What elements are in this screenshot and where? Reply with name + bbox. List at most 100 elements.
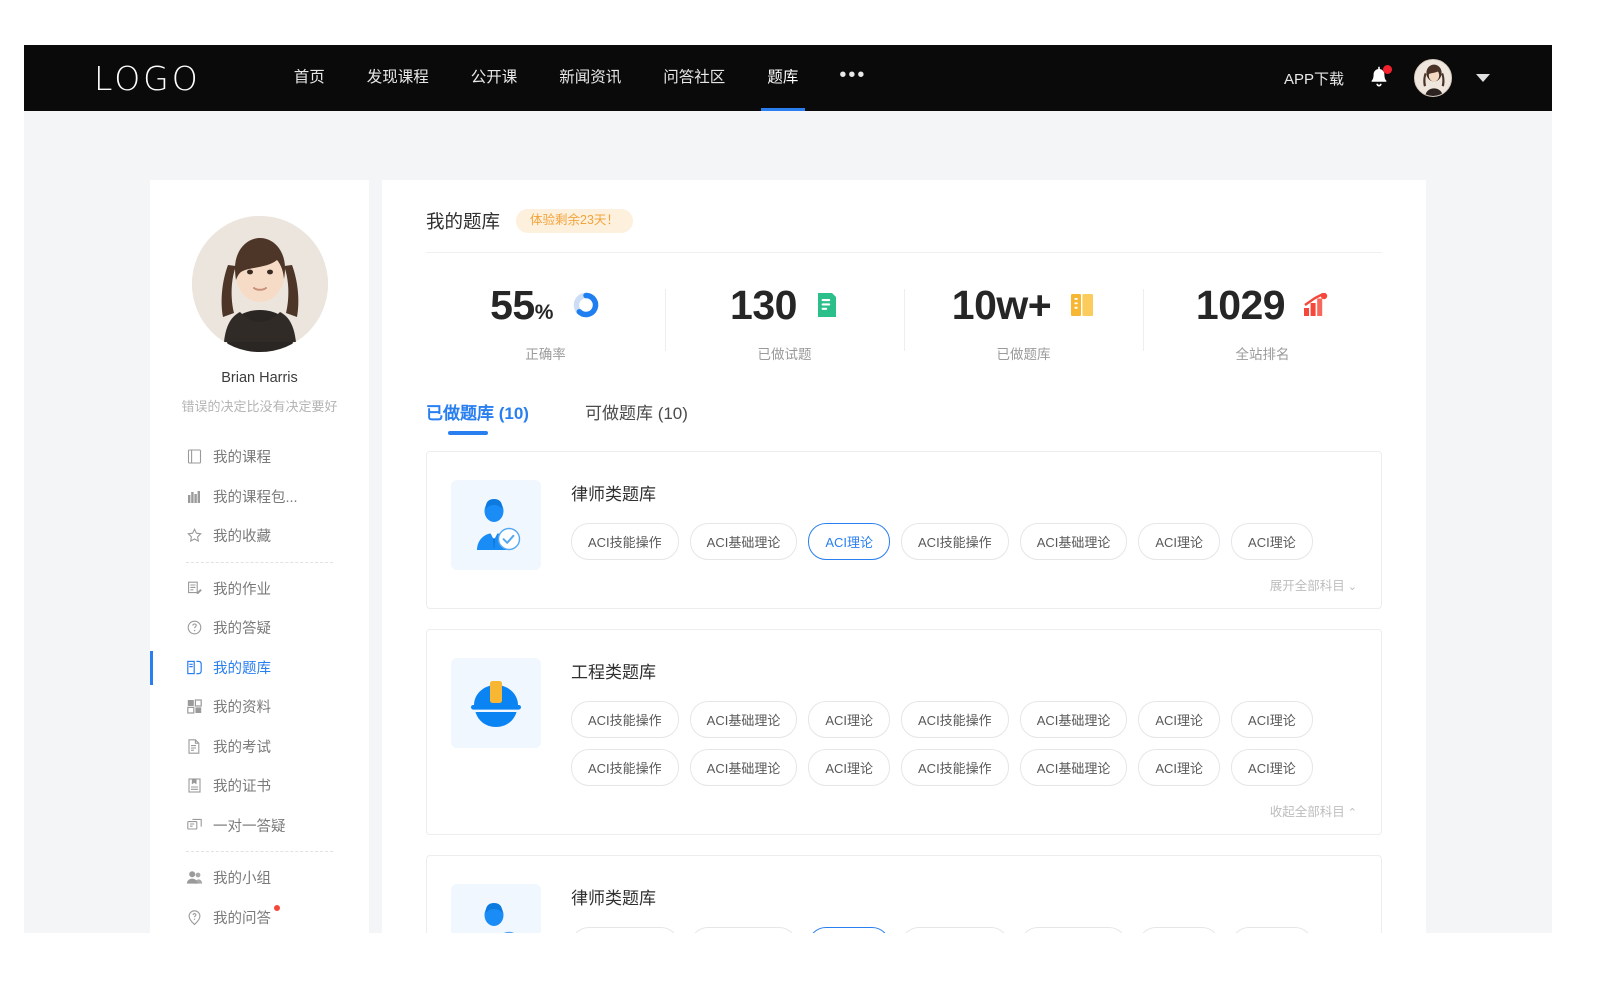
engineer-helmet-icon (451, 658, 541, 748)
stat-value-suffix: % (535, 301, 553, 324)
notification-bell-icon[interactable] (1368, 66, 1390, 90)
card-title: 律师类题库 (571, 884, 1357, 909)
subject-tag[interactable]: ACI理论 (1231, 523, 1313, 560)
one-to-one-icon (186, 817, 203, 834)
stat-value: 130 (730, 285, 797, 326)
subject-tag[interactable]: ACI理论 (808, 701, 890, 738)
main-panel: 我的题库 体验剩余23天！ 55%正确率130已做试题10w+已做题库1029全… (382, 180, 1426, 933)
course-package-icon (186, 488, 203, 505)
nav-item-4[interactable]: 新闻资讯 (538, 45, 642, 111)
sidebar-item-label: 一对一答疑 (213, 815, 286, 836)
subject-tag[interactable]: ACI基础理论 (690, 749, 798, 786)
sidebar-item-6[interactable]: 我的题库 (150, 648, 369, 688)
sidebar-item-4[interactable]: 我的作业 (150, 569, 369, 609)
subject-tag-row: ACI技能操作 ACI基础理论 ACI理论 ACI技能操作 ACI基础理论 ACI理论 AC… (571, 749, 1357, 786)
stat-label: 全站排名 (1143, 343, 1382, 363)
expand-subjects-toggle[interactable]: 收起全部科目⌃ (571, 797, 1357, 822)
question-bank-card: 律师类题库ACI技能操作ACI基础理论ACI理论ACI技能操作ACI基础理论AC… (426, 451, 1382, 609)
sidebar-divider (186, 562, 333, 563)
sidebar-item-2[interactable]: 我的课程包... (150, 477, 369, 517)
subject-tag[interactable]: ACI技能操作 (571, 749, 679, 786)
user-avatar-large[interactable] (192, 216, 328, 352)
lawyer-avatar-icon (451, 480, 541, 570)
subject-tag[interactable]: ACI基础理论 (1020, 523, 1128, 560)
sidebar-item-label: 我的课程 (213, 446, 271, 467)
subject-tag[interactable]: ACI理论 (1138, 523, 1220, 560)
nav-more-icon[interactable]: ••• (819, 65, 886, 85)
sidebar-profile: Brian Harris 错误的决定比没有决定要好 (150, 180, 369, 415)
nav-item-3[interactable]: 公开课 (450, 45, 539, 111)
stat-value-number: 1029 (1196, 282, 1285, 328)
site-logo[interactable]: LOGO (94, 59, 201, 98)
sidebar-item-10[interactable]: 一对一答疑 (150, 806, 369, 846)
subject-tag[interactable]: ACI技能操作 (901, 523, 1009, 560)
main-nav: 首页发现课程公开课新闻资讯问答社区题库 (273, 45, 820, 111)
stat-value-row: 130 (665, 281, 904, 329)
subject-tag[interactable]: ACI技能操作 (571, 523, 679, 560)
subject-tag[interactable]: ACI理论 (808, 749, 890, 786)
subject-tag[interactable]: ACI技能操作 (901, 701, 1009, 738)
sidebar-item-3[interactable]: 我的收藏 (150, 516, 369, 556)
sidebar-item-5[interactable]: 我的答疑 (150, 608, 369, 648)
sidebar-item-8[interactable]: 我的考试 (150, 727, 369, 767)
tab-1[interactable]: 已做题库 (10) (426, 399, 529, 435)
sidebar-item-9[interactable]: 我的证书 (150, 766, 369, 806)
subject-tag[interactable]: ACI基础理论 (690, 701, 798, 738)
orange-book-icon (1069, 292, 1095, 318)
nav-item-2[interactable]: 发现课程 (346, 45, 450, 111)
sidebar-item-label: 我的小组 (213, 867, 271, 888)
stat-card-1: 55%正确率 (426, 281, 665, 363)
subject-tag[interactable]: ACI基础理论 (1020, 927, 1128, 933)
subject-tag[interactable]: ACI技能操作 (901, 749, 1009, 786)
stat-value: 1029 (1196, 285, 1285, 326)
sidebar-item-7[interactable]: 我的资料 (150, 687, 369, 727)
subject-tag[interactable]: ACI理论 (1231, 927, 1313, 933)
material-icon (186, 698, 203, 715)
sidebar-item-1[interactable]: 我的课程 (150, 437, 369, 477)
lawyer-avatar-icon (451, 884, 541, 933)
sidebar-item-label: 我的资料 (213, 696, 271, 717)
nav-item-1[interactable]: 首页 (273, 45, 346, 111)
sidebar-item-label: 我的证书 (213, 775, 271, 796)
subject-tag[interactable]: ACI理论 (1138, 927, 1220, 933)
card-body: 律师类题库 ACI技能操作 ACI基础理论 ACI理论 ACI技能操作 ACI基础理论 AC… (571, 878, 1357, 933)
sidebar-item-11[interactable]: 我的小组 (150, 858, 369, 898)
stats-row: 55%正确率130已做试题10w+已做题库1029全站排名 (426, 253, 1382, 369)
subject-tag[interactable]: ACI基础理论 (690, 523, 798, 560)
exam-icon (186, 738, 203, 755)
subject-tag[interactable]: ACI技能操作 (901, 927, 1009, 933)
stat-label: 已做试题 (665, 343, 904, 363)
content-area: Brian Harris 错误的决定比没有决定要好 我的课程我的课程包... 我的… (24, 111, 1552, 933)
subject-tag[interactable]: ACI技能操作 (571, 701, 679, 738)
subject-tag[interactable]: ACI理论 (808, 927, 890, 933)
stat-label: 正确率 (426, 343, 665, 363)
user-menu-chevron-down-icon[interactable] (1476, 74, 1490, 82)
user-avatar[interactable] (1414, 59, 1452, 97)
subject-tag[interactable]: ACI基础理论 (1020, 701, 1128, 738)
sidebar-item-label: 我的题库 (213, 657, 271, 678)
subject-tag[interactable]: ACI理论 (1231, 701, 1313, 738)
sidebar-divider (186, 851, 333, 852)
star-icon (186, 527, 203, 544)
subject-tag[interactable]: ACI理论 (1231, 749, 1313, 786)
stat-card-2: 130 已做试题 (665, 281, 904, 363)
profile-motto: 错误的决定比没有决定要好 (150, 396, 369, 415)
subject-tag[interactable]: ACI基础理论 (1020, 749, 1128, 786)
nav-item-5[interactable]: 问答社区 (642, 45, 746, 111)
subject-tag[interactable]: ACI基础理论 (690, 927, 798, 933)
expand-subjects-toggle[interactable]: 展开全部科目⌄ (571, 571, 1357, 596)
tab-2[interactable]: 可做题库 (10) (585, 399, 688, 435)
chevron-down-icon: ⌄ (1348, 581, 1357, 593)
app-download-link[interactable]: APP下载 (1284, 68, 1344, 89)
sidebar-item-12[interactable]: 我的问答 (150, 898, 369, 934)
subject-tag[interactable]: ACI理论 (1138, 701, 1220, 738)
subject-tag[interactable]: ACI理论 (808, 523, 890, 560)
green-doc-icon (815, 292, 839, 318)
subject-tag[interactable]: ACI理论 (1138, 749, 1220, 786)
subject-tag[interactable]: ACI技能操作 (571, 927, 679, 933)
homework-icon (186, 580, 203, 597)
app-window: LOGO 首页发现课程公开课新闻资讯问答社区题库 ••• APP下载 (24, 45, 1552, 933)
main-header: 我的题库 体验剩余23天！ (382, 180, 1426, 234)
nav-item-6[interactable]: 题库 (746, 45, 819, 111)
sidebar-item-label: 我的课程包... (213, 486, 298, 507)
